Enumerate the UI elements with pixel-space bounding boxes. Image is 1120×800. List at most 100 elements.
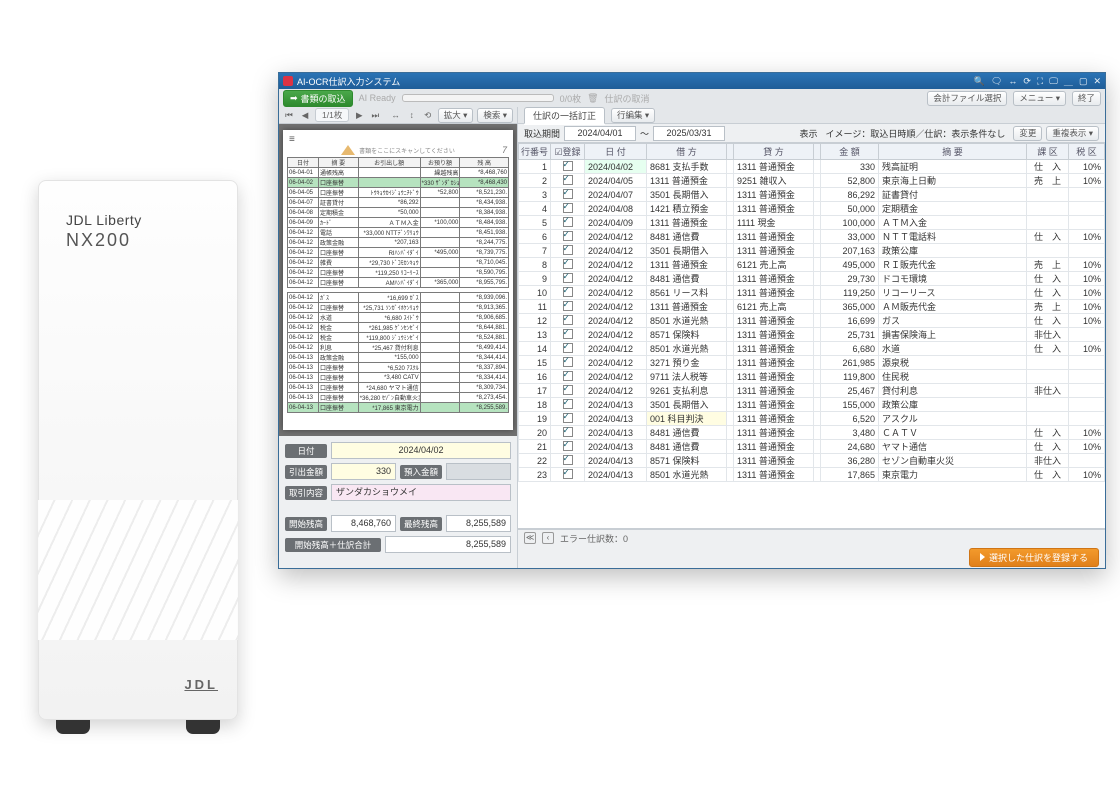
cell[interactable]: [814, 174, 821, 188]
cell[interactable]: [551, 216, 585, 230]
cell[interactable]: [727, 286, 734, 300]
grid-col[interactable]: 金 額: [821, 144, 879, 160]
checkbox-icon[interactable]: [563, 315, 573, 325]
cell[interactable]: 1311 普通預金: [734, 160, 814, 174]
cell[interactable]: [1027, 202, 1069, 216]
cell[interactable]: 仕 入: [1027, 342, 1069, 356]
cell[interactable]: 残高証明: [879, 160, 1027, 174]
cell[interactable]: 2024/04/12: [585, 384, 647, 398]
date-field[interactable]: 2024/04/02: [331, 442, 511, 459]
table-row[interactable]: 162024/04/129711 法人税等1311 普通預金119,800住民税: [519, 370, 1105, 384]
cell[interactable]: 3501 長期借入: [647, 244, 727, 258]
cell[interactable]: 3501 長期借入: [647, 188, 727, 202]
period-from[interactable]: 2024/04/01: [564, 126, 636, 141]
cell[interactable]: 29,730: [821, 272, 879, 286]
cell[interactable]: [551, 426, 585, 440]
cell[interactable]: 10%: [1069, 300, 1105, 314]
cell[interactable]: 9261 支払利息: [647, 384, 727, 398]
cell[interactable]: [814, 454, 821, 468]
cell[interactable]: 仕 入: [1027, 230, 1069, 244]
grid-col[interactable]: [814, 144, 821, 160]
cell[interactable]: 16,699: [821, 314, 879, 328]
cell[interactable]: 23: [519, 468, 551, 482]
cell[interactable]: ＡＴＭ入金: [879, 216, 1027, 230]
cell[interactable]: 定期積金: [879, 202, 1027, 216]
cell[interactable]: 2024/04/07: [585, 188, 647, 202]
cell[interactable]: [551, 384, 585, 398]
swap-icon[interactable]: ↔: [1008, 76, 1017, 86]
table-row[interactable]: 32024/04/073501 長期借入1311 普通預金86,292証書貸付: [519, 188, 1105, 202]
cell[interactable]: 3,480: [821, 426, 879, 440]
cell[interactable]: 2024/04/12: [585, 300, 647, 314]
collapse-icon[interactable]: ≪: [524, 532, 536, 544]
cell[interactable]: 8501 水道光熱: [647, 468, 727, 482]
cell[interactable]: 8561 リース料: [647, 286, 727, 300]
cell[interactable]: 非仕入: [1027, 384, 1069, 398]
cell[interactable]: [1069, 412, 1105, 426]
cell[interactable]: 売 上: [1027, 300, 1069, 314]
cell[interactable]: 17: [519, 384, 551, 398]
cell[interactable]: 1311 普通預金: [734, 188, 814, 202]
cell[interactable]: 10%: [1069, 272, 1105, 286]
checkbox-icon[interactable]: [563, 357, 573, 367]
checkbox-icon[interactable]: [563, 441, 573, 451]
cell[interactable]: 源泉税: [879, 356, 1027, 370]
cell[interactable]: 8481 通信費: [647, 426, 727, 440]
cell[interactable]: [1069, 454, 1105, 468]
cell[interactable]: [1027, 412, 1069, 426]
cell[interactable]: ドコモ環境: [879, 272, 1027, 286]
chat-icon[interactable]: 🗨: [991, 76, 1002, 87]
cell[interactable]: 20: [519, 426, 551, 440]
dup-dropdown[interactable]: 重複表示 ▾: [1046, 126, 1099, 141]
cell[interactable]: 10%: [1069, 468, 1105, 482]
cell[interactable]: [814, 398, 821, 412]
cell[interactable]: 10%: [1069, 258, 1105, 272]
cell[interactable]: ＣＡＴＶ: [879, 426, 1027, 440]
checkbox-icon[interactable]: [563, 329, 573, 339]
cell[interactable]: 261,985: [821, 356, 879, 370]
cell[interactable]: 1311 普通預金: [647, 174, 727, 188]
cell[interactable]: 11: [519, 300, 551, 314]
cell[interactable]: 非仕入: [1027, 328, 1069, 342]
cell[interactable]: 仕 入: [1027, 440, 1069, 454]
grid-col[interactable]: ☑登録: [551, 144, 585, 160]
cell[interactable]: [814, 356, 821, 370]
cell[interactable]: 1311 普通預金: [734, 244, 814, 258]
cell[interactable]: 東京海上日動: [879, 174, 1027, 188]
tab-correct[interactable]: 仕訳の一括訂正: [524, 107, 605, 124]
cell[interactable]: [814, 426, 821, 440]
cell[interactable]: 1311 普通預金: [734, 356, 814, 370]
table-row[interactable]: 22024/04/051311 普通預金9251 雑収入52,800東京海上日動…: [519, 174, 1105, 188]
table-row[interactable]: 212024/04/138481 通信費1311 普通預金24,680ヤマト通信…: [519, 440, 1105, 454]
cell[interactable]: 25,467: [821, 384, 879, 398]
cell[interactable]: 10%: [1069, 342, 1105, 356]
cell[interactable]: [727, 328, 734, 342]
cell[interactable]: 1311 普通預金: [734, 454, 814, 468]
cell[interactable]: 36,280: [821, 454, 879, 468]
table-row[interactable]: 82024/04/121311 普通預金6121 売上高495,000ＲＩ販売代…: [519, 258, 1105, 272]
cell[interactable]: [727, 230, 734, 244]
cell[interactable]: 8481 通信費: [647, 230, 727, 244]
cell[interactable]: [551, 454, 585, 468]
cell[interactable]: 政策公庫: [879, 398, 1027, 412]
refresh-icon[interactable]: ⟳: [1023, 76, 1031, 87]
checkbox-icon[interactable]: [563, 427, 573, 437]
cell[interactable]: [1069, 398, 1105, 412]
cell[interactable]: [727, 384, 734, 398]
cell[interactable]: 50,000: [821, 202, 879, 216]
period-to[interactable]: 2025/03/31: [653, 126, 725, 141]
cell[interactable]: 8501 水道光熱: [647, 314, 727, 328]
withdraw-field[interactable]: 330: [331, 463, 396, 480]
cell[interactable]: 2024/04/05: [585, 174, 647, 188]
cell[interactable]: [551, 468, 585, 482]
cell[interactable]: 売 上: [1027, 174, 1069, 188]
cell[interactable]: リコーリース: [879, 286, 1027, 300]
checkbox-icon[interactable]: [563, 385, 573, 395]
row-edit-dropdown[interactable]: 行編集 ▾: [611, 108, 655, 123]
checkbox-icon[interactable]: [563, 231, 573, 241]
cell[interactable]: 2024/04/12: [585, 286, 647, 300]
cell[interactable]: 13: [519, 328, 551, 342]
menu-button[interactable]: メニュー ▾: [1013, 91, 1066, 106]
cell[interactable]: 330: [821, 160, 879, 174]
cell[interactable]: 6121 売上高: [734, 258, 814, 272]
